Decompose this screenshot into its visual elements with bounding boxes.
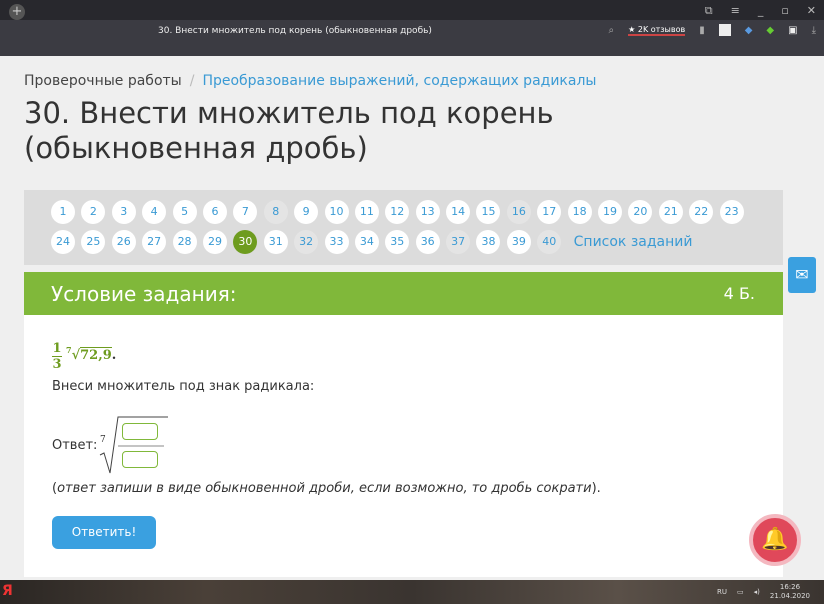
task-number-4[interactable]: 4 xyxy=(142,200,167,224)
task-number-16[interactable]: 16 xyxy=(506,200,531,224)
close-button[interactable]: ✕ xyxy=(807,4,816,18)
restore-button[interactable]: ▫ xyxy=(781,4,788,18)
task-number-5[interactable]: 5 xyxy=(172,200,197,224)
task-number-26[interactable]: 26 xyxy=(111,230,136,254)
volume-icon[interactable]: ◂) xyxy=(754,588,760,596)
browser-addressbar: 30. Внести множитель под корень (обыкнов… xyxy=(0,20,824,56)
tabs-icon[interactable]: ⧉ xyxy=(705,4,713,18)
page-title: 30. Внести множитель под корень (обыкнов… xyxy=(24,96,554,165)
task-number-20[interactable]: 20 xyxy=(628,200,653,224)
task-number-40[interactable]: 40 xyxy=(537,230,562,254)
task-number-3[interactable]: 3 xyxy=(111,200,136,224)
task-number-9[interactable]: 9 xyxy=(294,200,319,224)
task-number-7[interactable]: 7 xyxy=(233,200,258,224)
task-number-12[interactable]: 12 xyxy=(385,200,410,224)
reviews-badge[interactable]: ★ 2K отзывов xyxy=(628,25,686,36)
new-tab-button[interactable]: + xyxy=(9,4,25,20)
task-number-17[interactable]: 17 xyxy=(537,200,562,224)
question-text: Внеси множитель под знак радикала: xyxy=(52,379,315,394)
notification-bell-icon[interactable]: 🔔 xyxy=(749,514,801,566)
task-number-38[interactable]: 38 xyxy=(476,230,501,254)
submit-button[interactable]: Ответить! xyxy=(52,516,156,549)
task-number-33[interactable]: 33 xyxy=(324,230,349,254)
menu-icon[interactable]: ≡ xyxy=(731,4,740,18)
tab-title[interactable]: 30. Внести множитель под корень (обыкнов… xyxy=(158,26,432,36)
task-list-link[interactable]: Список заданий xyxy=(574,234,693,250)
search-icon[interactable]: ⌕ xyxy=(609,25,615,36)
language-indicator[interactable]: RU xyxy=(717,588,727,596)
task-body: 13 7√72,9. Внеси множитель под знак ради… xyxy=(24,315,783,577)
task-number-37[interactable]: 37 xyxy=(446,230,471,254)
minimize-button[interactable]: _ xyxy=(758,4,764,18)
yandex-icon[interactable]: Я xyxy=(2,583,13,599)
download-icon[interactable]: ⤓ xyxy=(812,25,816,36)
extension-icon[interactable]: ▣ xyxy=(788,25,797,36)
task-number-36[interactable]: 36 xyxy=(415,230,440,254)
network-icon[interactable]: ▭ xyxy=(737,588,744,596)
radical-expression: 7√72,9. xyxy=(66,345,117,363)
task-number-14[interactable]: 14 xyxy=(446,200,471,224)
taskbar: Я RU ▭ ◂) 16:26 21.04.2020 xyxy=(0,580,824,604)
denominator-input[interactable] xyxy=(122,451,158,468)
breadcrumb-root[interactable]: Проверочные работы xyxy=(24,73,182,89)
task-number-13[interactable]: 13 xyxy=(415,200,440,224)
answer-hint: (ответ запиши в виде обыкновенной дроби,… xyxy=(52,481,601,496)
task-number-18[interactable]: 18 xyxy=(567,200,592,224)
breadcrumb-current[interactable]: Преобразование выражений, содержащих рад… xyxy=(202,73,596,89)
task-points: 4 Б. xyxy=(723,284,755,303)
task-number-28[interactable]: 28 xyxy=(172,230,197,254)
bookmark-icon[interactable]: ▮ xyxy=(699,25,705,36)
fraction: 13 xyxy=(52,341,62,372)
task-number-25[interactable]: 25 xyxy=(81,230,106,254)
task-navigation: 1 2 3 4 5 6 7 8 9 10 11 12 13 14 15 16 17 18 19 20 21 22 23 24… xyxy=(24,190,783,265)
task-number-34[interactable]: 34 xyxy=(354,230,379,254)
task-number-32[interactable]: 32 xyxy=(294,230,319,254)
task-number-2[interactable]: 2 xyxy=(81,200,106,224)
task-number-21[interactable]: 21 xyxy=(658,200,683,224)
task-number-31[interactable]: 31 xyxy=(263,230,288,254)
task-number-6[interactable]: 6 xyxy=(202,200,227,224)
task-number-30[interactable]: 30 xyxy=(233,230,258,254)
task-number-39[interactable]: 39 xyxy=(506,230,531,254)
clock[interactable]: 16:26 21.04.2020 xyxy=(770,583,810,601)
task-number-35[interactable]: 35 xyxy=(385,230,410,254)
answer-radical: 7 xyxy=(98,415,168,475)
task-number-19[interactable]: 19 xyxy=(598,200,623,224)
task-number-24[interactable]: 24 xyxy=(51,230,75,254)
extension-icon[interactable] xyxy=(718,24,731,36)
task-number-15[interactable]: 15 xyxy=(476,200,501,224)
breadcrumb: Проверочные работы / Преобразование выраже… xyxy=(24,73,597,89)
task-number-22[interactable]: 22 xyxy=(689,200,714,224)
extension-icon[interactable]: ◆ xyxy=(766,25,774,36)
task-number-29[interactable]: 29 xyxy=(202,230,227,254)
extension-icon[interactable]: ◆ xyxy=(745,25,753,36)
task-number-10[interactable]: 10 xyxy=(324,200,349,224)
numerator-input[interactable] xyxy=(122,423,158,440)
mail-icon[interactable]: ✉ xyxy=(788,257,816,293)
task-header-title: Условие задания: xyxy=(51,282,237,306)
answer-label: Ответ: xyxy=(52,438,98,453)
task-number-23[interactable]: 23 xyxy=(719,200,744,224)
task-number-8[interactable]: 8 xyxy=(263,200,288,224)
task-number-11[interactable]: 11 xyxy=(354,200,379,224)
task-number-27[interactable]: 27 xyxy=(142,230,167,254)
task-number-1[interactable]: 1 xyxy=(51,200,75,224)
task-header: Условие задания: 4 Б. xyxy=(24,272,783,315)
